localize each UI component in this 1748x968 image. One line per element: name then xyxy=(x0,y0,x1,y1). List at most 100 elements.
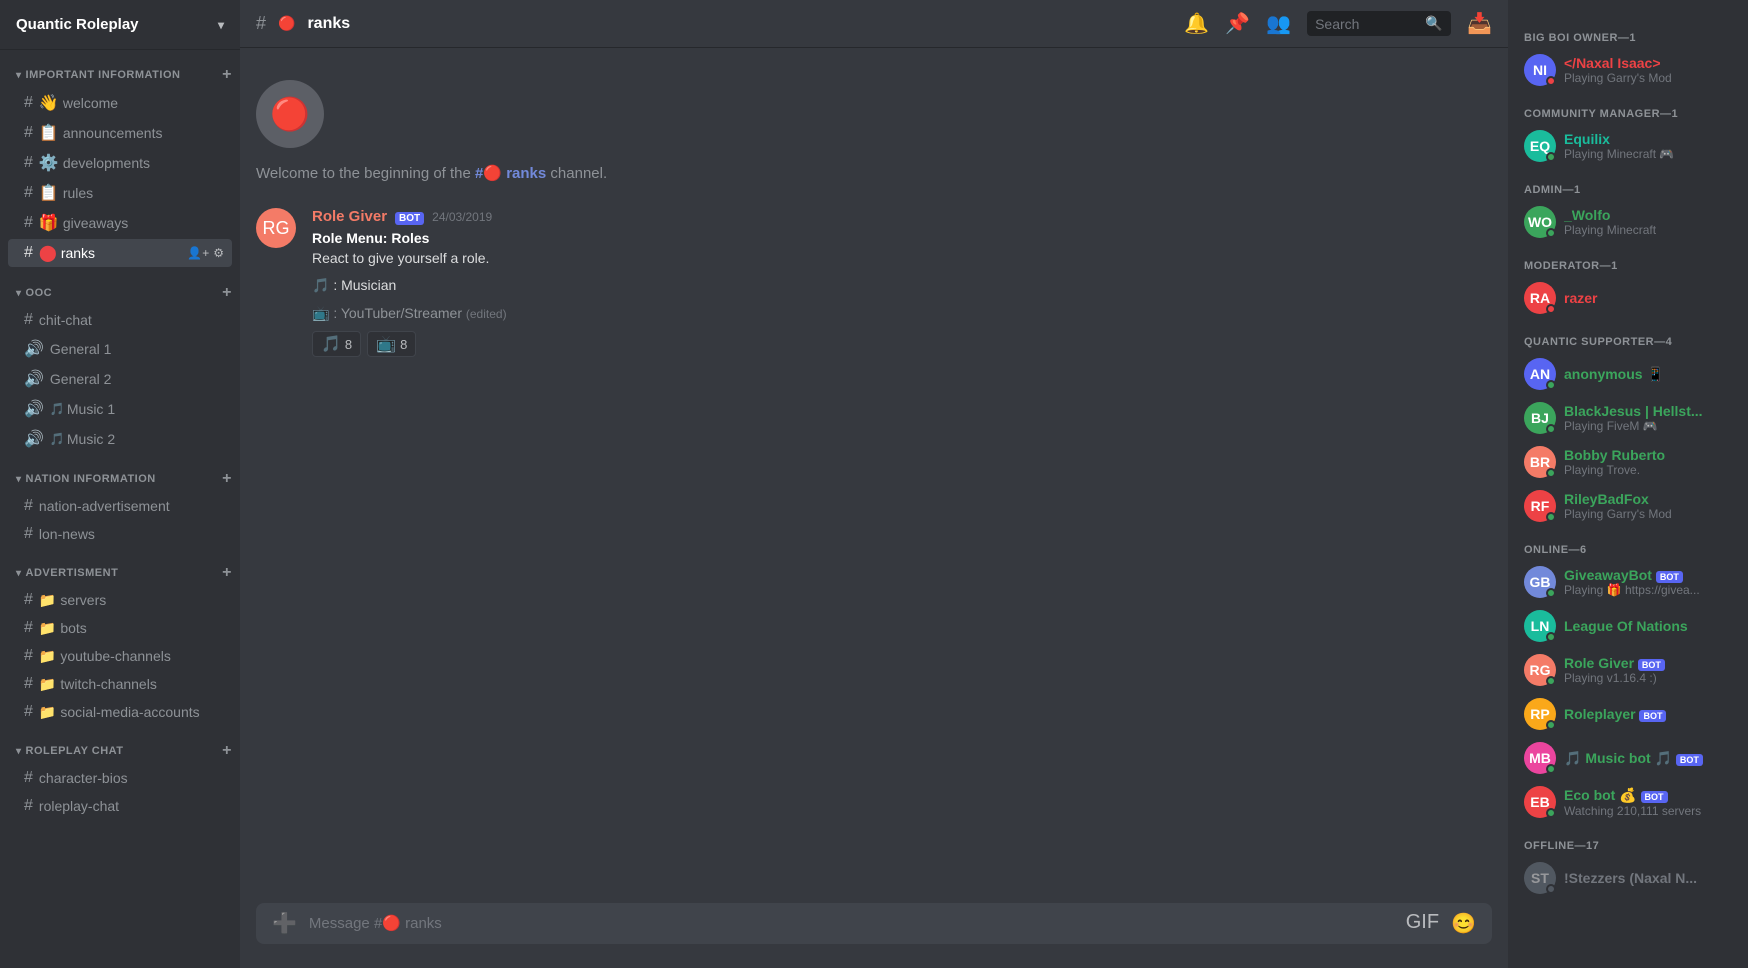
channel-servers[interactable]: # 📁 servers xyxy=(8,587,232,613)
member-avatar: RA xyxy=(1524,282,1556,314)
channel-general-2[interactable]: 🔊 General 2 xyxy=(8,365,232,393)
channel-chit-chat[interactable]: # chit-chat xyxy=(8,307,232,333)
category-roleplay-add-btn[interactable]: + xyxy=(222,742,232,760)
channel-hash-icon: # xyxy=(24,647,33,665)
member-name: </Naxal Isaac> xyxy=(1564,55,1732,71)
member-sub: Playing 🎁 https://givea... xyxy=(1564,583,1732,597)
member-avatar: MB xyxy=(1524,742,1556,774)
channel-dot-icon: ⬤ xyxy=(39,243,57,263)
channel-music-2[interactable]: 🔊 🎵 Music 2 xyxy=(8,425,232,453)
channel-character-bios[interactable]: # character-bios xyxy=(8,765,232,791)
member-avatar: NI xyxy=(1524,54,1556,86)
message-avatar: RG xyxy=(256,208,296,248)
reaction-emoji: 🎵 xyxy=(321,334,341,354)
member-name: League Of Nations xyxy=(1564,618,1732,634)
channel-hash-icon: # xyxy=(24,619,33,637)
member-naxal-isaac[interactable]: NI </Naxal Isaac> Playing Garry's Mod xyxy=(1516,48,1740,92)
bell-icon[interactable]: 🔔 xyxy=(1184,11,1209,36)
channel-general-1[interactable]: 🔊 General 1 xyxy=(8,335,232,363)
header-search-box[interactable]: 🔍 xyxy=(1307,11,1451,36)
reaction-music[interactable]: 🎵 8 xyxy=(312,331,361,357)
category-advertisment-add-btn[interactable]: + xyxy=(222,564,232,582)
channel-bots[interactable]: # 📁 bots xyxy=(8,615,232,641)
server-header[interactable]: Quantic Roleplay ▾ xyxy=(0,0,240,50)
member-category-quantic-supporter: QUANTIC SUPPORTER—4 xyxy=(1516,320,1740,352)
channel-name: nation-advertisement xyxy=(39,498,224,514)
channel-name: servers xyxy=(60,592,224,608)
reaction-count: 8 xyxy=(345,337,352,352)
channel-title: ranks xyxy=(307,15,350,33)
message-input[interactable] xyxy=(309,903,1394,944)
search-input[interactable] xyxy=(1315,16,1425,32)
status-dot-online xyxy=(1546,152,1556,162)
channel-hash-icon: # xyxy=(24,124,33,142)
status-dot-online xyxy=(1546,588,1556,598)
channel-social-media-accounts[interactable]: # 📁 social-media-accounts xyxy=(8,699,232,725)
member-info: BlackJesus | Hellst... Playing FiveM 🎮 xyxy=(1564,403,1732,433)
member-avatar: BR xyxy=(1524,446,1556,478)
channel-developments[interactable]: # ⚙️ developments xyxy=(8,149,232,177)
category-add-btn[interactable]: + xyxy=(222,66,232,84)
member-rileybadFox[interactable]: RF RileyBadFox Playing Garry's Mod xyxy=(1516,484,1740,528)
category-nation-information[interactable]: ▾NATION INFORMATION + xyxy=(0,454,240,492)
input-actions: GIF 😊 xyxy=(1406,911,1476,936)
member-wolfo[interactable]: WO _Wolfo Playing Minecraft xyxy=(1516,200,1740,244)
channel-hash-icon: # xyxy=(24,703,33,721)
member-music-bot[interactable]: MB 🎵 Music bot 🎵 BOT xyxy=(1516,736,1740,780)
member-blackjesus[interactable]: BJ BlackJesus | Hellst... Playing FiveM … xyxy=(1516,396,1740,440)
channel-name: ranks xyxy=(61,245,187,261)
member-anonymous[interactable]: AN anonymous 📱 xyxy=(1516,352,1740,396)
category-label: ▾ADVERTISMENT xyxy=(16,567,118,579)
member-stezzers[interactable]: ST !Stezzers (Naxal N... xyxy=(1516,856,1740,900)
member-giveawaybot[interactable]: GB GiveawayBot BOT Playing 🎁 https://giv… xyxy=(1516,560,1740,604)
channel-emoji-icon: 🎵 xyxy=(50,402,65,416)
channel-welcome[interactable]: # 👋 welcome xyxy=(8,89,232,117)
channel-announcements[interactable]: # 📋 announcements xyxy=(8,119,232,147)
channel-nation-advertisement[interactable]: # nation-advertisement xyxy=(8,493,232,519)
channel-ranks[interactable]: # ⬤ ranks 👤+ ⚙ xyxy=(8,239,232,267)
channel-roleplay-chat[interactable]: # roleplay-chat xyxy=(8,793,232,819)
category-roleplay-chat[interactable]: ▾ROLEPLAY CHAT + xyxy=(0,726,240,764)
channel-twitch-channels[interactable]: # 📁 twitch-channels xyxy=(8,671,232,697)
emoji-btn[interactable]: 😊 xyxy=(1451,911,1476,936)
add-attachment-btn[interactable]: ➕ xyxy=(272,911,297,936)
channel-youtube-channels[interactable]: # 📁 youtube-channels xyxy=(8,643,232,669)
category-nation-add-btn[interactable]: + xyxy=(222,470,232,488)
reaction-streamer[interactable]: 📺 8 xyxy=(367,331,416,357)
channel-giveaways[interactable]: # 🎁 giveaways xyxy=(8,209,232,237)
member-info: Equilix Playing Minecraft 🎮 xyxy=(1564,131,1732,161)
member-avatar: RG xyxy=(1524,654,1556,686)
channel-start: 🔴 Welcome to the beginning of the #🔴 ran… xyxy=(256,64,1492,206)
member-sub: Playing Garry's Mod xyxy=(1564,507,1732,521)
member-bobby-ruberto[interactable]: BR Bobby Ruberto Playing Trove. xyxy=(1516,440,1740,484)
member-info: anonymous 📱 xyxy=(1564,366,1732,383)
status-dot-online xyxy=(1546,468,1556,478)
category-important-information[interactable]: ▾IMPORTANT INFORMATION + xyxy=(0,50,240,88)
member-info: Eco bot 💰 BOT Watching 210,111 servers xyxy=(1564,787,1732,818)
category-label: ▾OOC xyxy=(16,287,52,299)
pin-icon[interactable]: 📌 xyxy=(1225,11,1250,36)
settings-icon[interactable]: ⚙ xyxy=(213,246,224,260)
channel-music-1[interactable]: 🔊 🎵 Music 1 xyxy=(8,395,232,423)
member-eco-bot[interactable]: EB Eco bot 💰 BOT Watching 210,111 server… xyxy=(1516,780,1740,824)
member-category-moderator: MODERATOR—1 xyxy=(1516,244,1740,276)
gif-btn[interactable]: GIF xyxy=(1406,911,1439,936)
add-member-icon[interactable]: 👤+ xyxy=(187,246,209,260)
member-razer[interactable]: RA razer xyxy=(1516,276,1740,320)
members-icon[interactable]: 👥 xyxy=(1266,11,1291,36)
channel-lon-news[interactable]: # lon-news xyxy=(8,521,232,547)
member-sub: Watching 210,111 servers xyxy=(1564,804,1732,818)
member-role-giver[interactable]: RG Role Giver BOT Playing v1.16.4 :) xyxy=(1516,648,1740,692)
category-advertisment[interactable]: ▾ADVERTISMENT + xyxy=(0,548,240,586)
category-ooc-add-btn[interactable]: + xyxy=(222,284,232,302)
inbox-icon[interactable]: 📥 xyxy=(1467,11,1492,36)
channel-hash-icon: # xyxy=(24,311,33,329)
member-equilix[interactable]: EQ Equilix Playing Minecraft 🎮 xyxy=(1516,124,1740,168)
channel-rules[interactable]: # 📋 rules xyxy=(8,179,232,207)
channel-name: giveaways xyxy=(63,215,224,231)
member-roleplayer[interactable]: RP Roleplayer BOT xyxy=(1516,692,1740,736)
member-sub: Playing FiveM 🎮 xyxy=(1564,419,1732,433)
member-league-of-nations[interactable]: LN League Of Nations xyxy=(1516,604,1740,648)
message-header: Role Giver BOT 24/03/2019 xyxy=(312,208,1492,225)
category-ooc[interactable]: ▾OOC + xyxy=(0,268,240,306)
